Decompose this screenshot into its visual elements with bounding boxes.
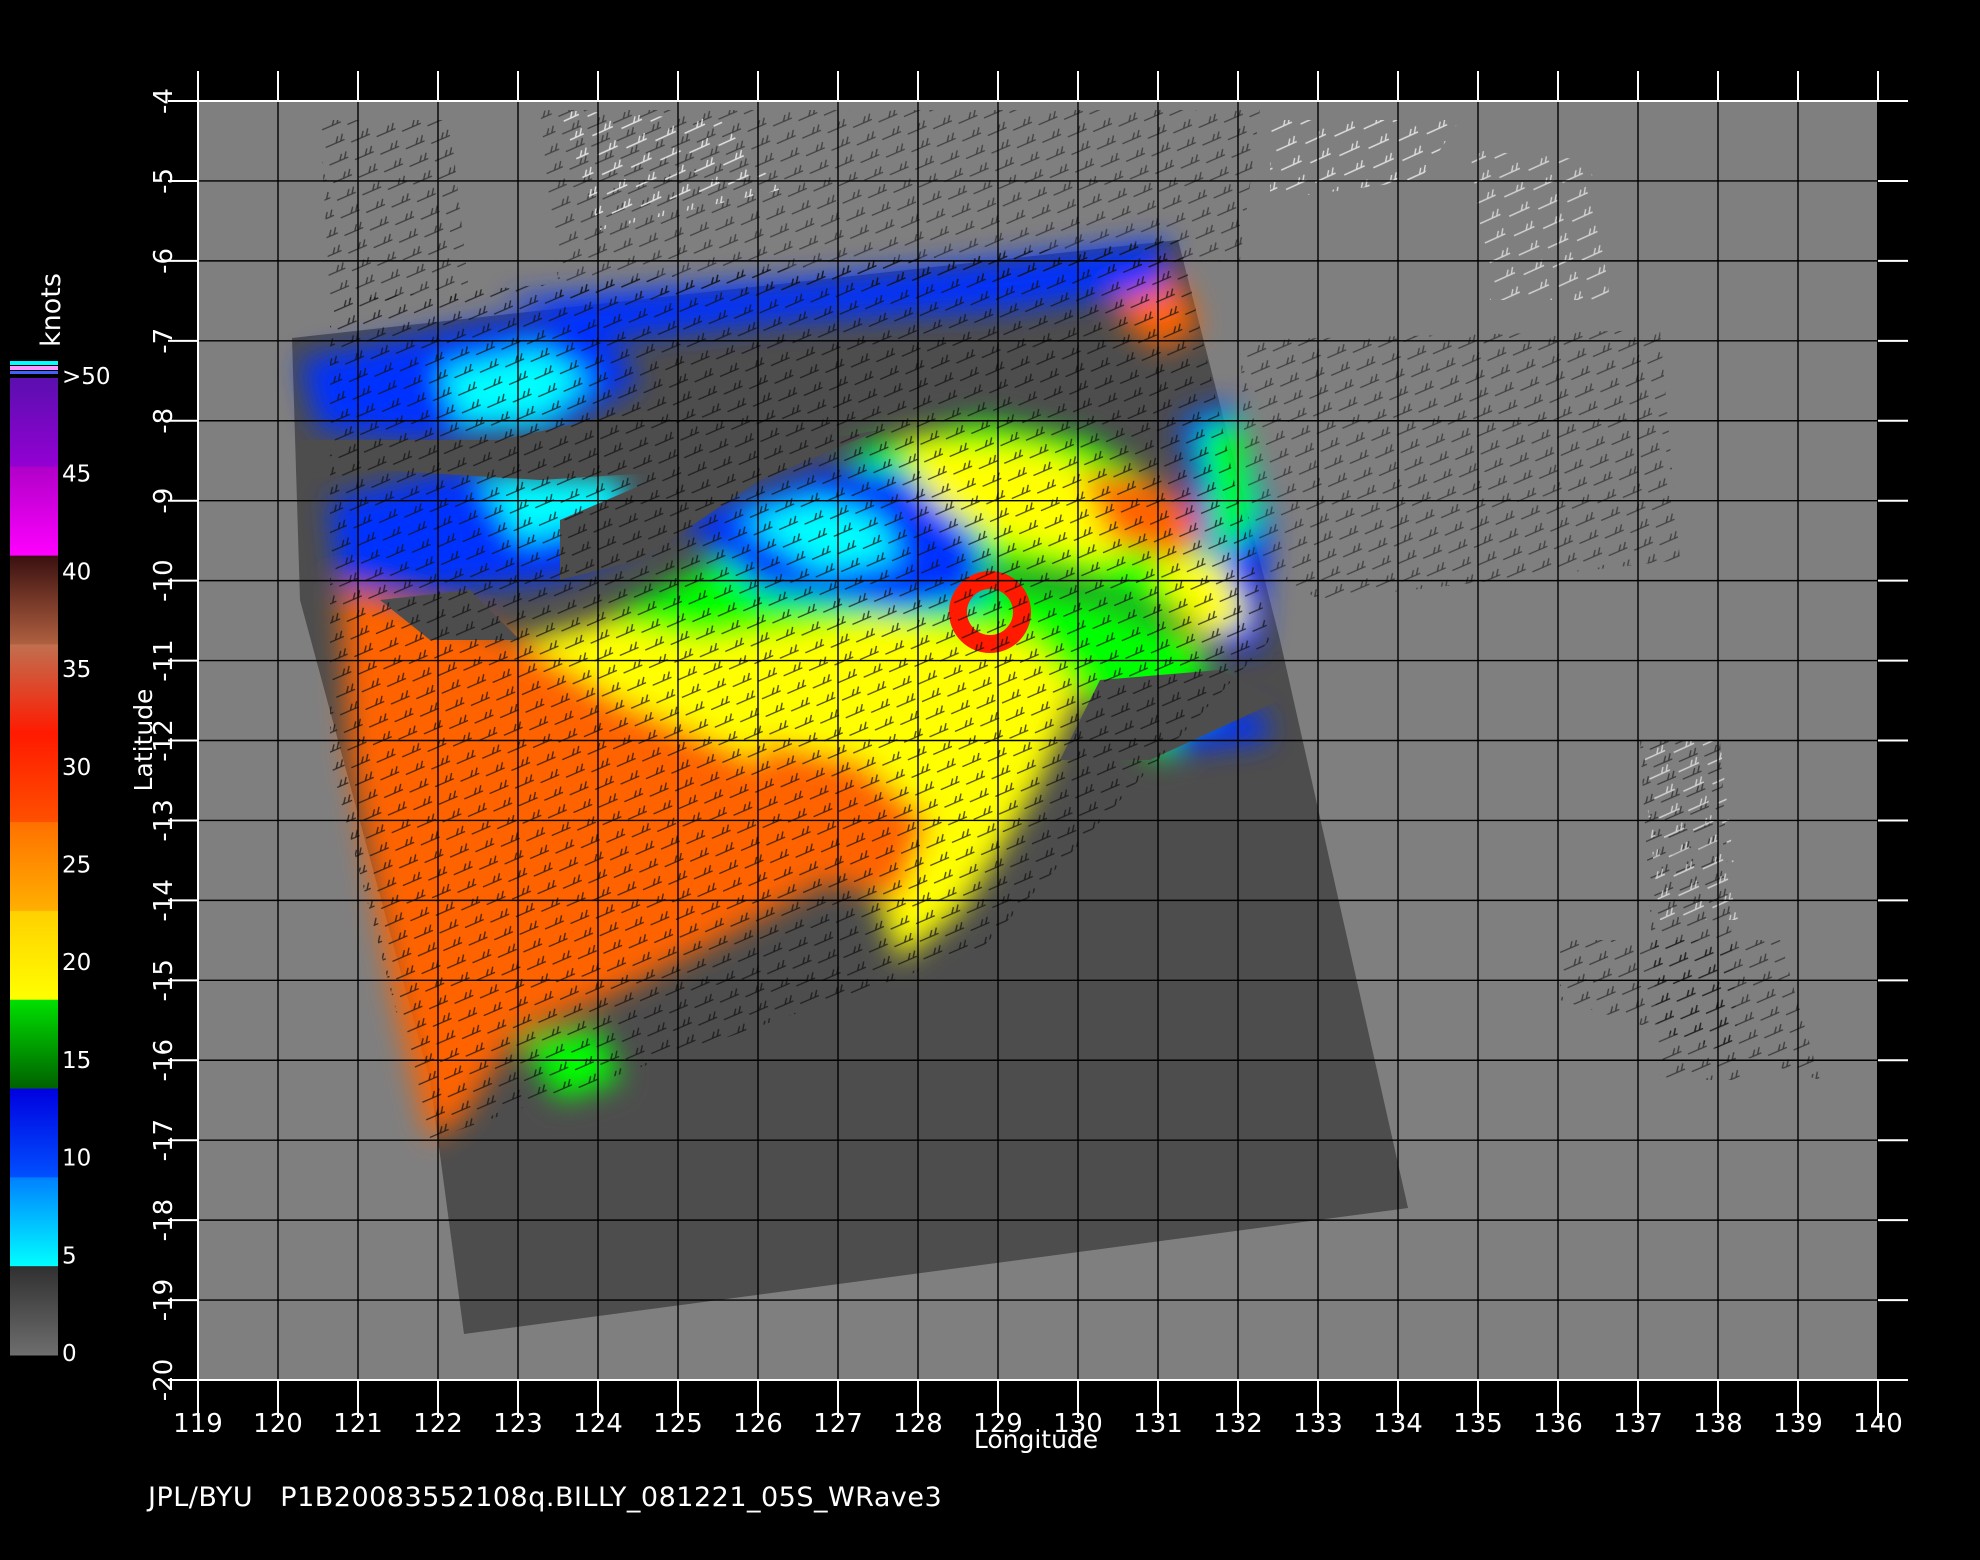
colorbar-top-stripe-blue xyxy=(10,371,58,374)
colorbar-segment-c45 xyxy=(10,466,58,557)
lon-tick-label-138: 138 xyxy=(1693,1409,1743,1439)
lon-tick-label-125: 125 xyxy=(653,1409,703,1439)
lat-tick-label--15: -15 xyxy=(149,959,179,1001)
wind-barbs-northwest xyxy=(320,120,470,300)
lon-tick-label-134: 134 xyxy=(1373,1409,1423,1439)
lon-tick-label-119: 119 xyxy=(173,1409,223,1439)
lon-tick-label-133: 133 xyxy=(1293,1409,1343,1439)
wind-barbs-east-white xyxy=(1470,150,1610,300)
colorbar-segment-c20 xyxy=(10,910,58,1001)
colorbar-label-1: 45 xyxy=(62,462,91,488)
lat-tick-label--19: -19 xyxy=(149,1279,179,1321)
colorbar-segment-c30 xyxy=(10,733,58,823)
lon-tick-label-137: 137 xyxy=(1613,1409,1663,1439)
lon-tick-label-123: 123 xyxy=(493,1409,543,1439)
lon-tick-label-132: 132 xyxy=(1213,1409,1263,1439)
lat-tick-label--4: -4 xyxy=(149,88,179,114)
lat-tick-label--17: -17 xyxy=(149,1119,179,1161)
colorbar-segment-c10 xyxy=(10,1088,58,1178)
lat-tick-label--16: -16 xyxy=(149,1039,179,1081)
colorbar-labels: >50 45 40 35 30 25 20 15 10 5 0 xyxy=(62,364,111,1367)
lon-tick-label-135: 135 xyxy=(1453,1409,1503,1439)
lon-tick-label-127: 127 xyxy=(813,1409,863,1439)
colorbar-top-stripe-cyan xyxy=(10,361,58,365)
colorbar-label-9: 5 xyxy=(62,1243,77,1269)
colorbar-segment-c5 xyxy=(10,1177,58,1267)
lon-tick-label-136: 136 xyxy=(1533,1409,1583,1439)
lat-tick-label--10: -10 xyxy=(149,559,179,601)
lon-tick-label-122: 122 xyxy=(413,1409,463,1439)
lon-tick-label-140: 140 xyxy=(1853,1409,1903,1439)
colorbar-segment-c40 xyxy=(10,555,58,645)
colorbar-segment-c50 xyxy=(10,378,58,468)
file-id-label: P1B20083552108q.BILLY_081221_05S_WRave3 xyxy=(280,1482,943,1513)
lat-tick-label--8: -8 xyxy=(149,408,179,434)
colorbar-label-10: 0 xyxy=(62,1341,77,1367)
wind-barbs-east xyxy=(1240,330,1680,600)
colorbar-segment-c0 xyxy=(10,1266,58,1356)
lat-tick-label--7: -7 xyxy=(149,328,179,354)
color-legend: knots >50 45 40 35 30 25 20 15 10 5 0 xyxy=(10,273,111,1367)
colorbar-segment-c15 xyxy=(10,999,58,1090)
colorbar-label-8: 10 xyxy=(62,1146,91,1172)
colorbar-segments xyxy=(10,378,58,1356)
colorbar-unit-label: knots xyxy=(36,273,67,347)
source-label: JPL/BYU xyxy=(148,1482,254,1513)
lon-tick-label-128: 128 xyxy=(893,1409,943,1439)
lat-tick-label--18: -18 xyxy=(149,1199,179,1241)
wind-map-figure: 119 120 121 122 123 124 125 126 127 128 129 130 131 1… xyxy=(10,71,1908,1454)
colorbar-label-4: 30 xyxy=(62,755,91,781)
colorbar-label-6: 20 xyxy=(62,950,91,976)
colorbar-segment-c35 xyxy=(10,644,58,734)
lon-tick-label-131: 131 xyxy=(1133,1409,1183,1439)
lat-tick-label--13: -13 xyxy=(149,799,179,841)
lat-tick-label--5: -5 xyxy=(149,168,179,194)
colorbar-label-7: 15 xyxy=(62,1048,91,1074)
lon-tick-label-139: 139 xyxy=(1773,1409,1823,1439)
colorbar-top-stripe-pink xyxy=(10,366,58,370)
x-axis-label: Longitude xyxy=(974,1425,1098,1454)
lon-tick-label-120: 120 xyxy=(253,1409,303,1439)
y-axis-label: Latitude xyxy=(129,689,158,792)
colorbar-label-0: >50 xyxy=(62,364,111,390)
lat-tick-label--14: -14 xyxy=(149,879,179,921)
colorbar-label-5: 25 xyxy=(62,853,91,879)
lat-tick-label--9: -9 xyxy=(149,488,179,514)
colorbar-label-2: 40 xyxy=(62,559,91,585)
lat-tick-label--20: -20 xyxy=(149,1359,179,1401)
lon-tick-label-121: 121 xyxy=(333,1409,383,1439)
lat-tick-label--11: -11 xyxy=(149,639,179,681)
lat-tick-label--6: -6 xyxy=(149,248,179,274)
colorbar-segment-c25 xyxy=(10,822,58,912)
colorbar-label-3: 35 xyxy=(62,657,91,683)
lon-tick-label-124: 124 xyxy=(573,1409,623,1439)
lon-tick-label-126: 126 xyxy=(733,1409,783,1439)
figure-footer: JPL/BYU P1B20083552108q.BILLY_081221_05S… xyxy=(148,1482,960,1513)
map-plot-area xyxy=(198,101,1878,1380)
